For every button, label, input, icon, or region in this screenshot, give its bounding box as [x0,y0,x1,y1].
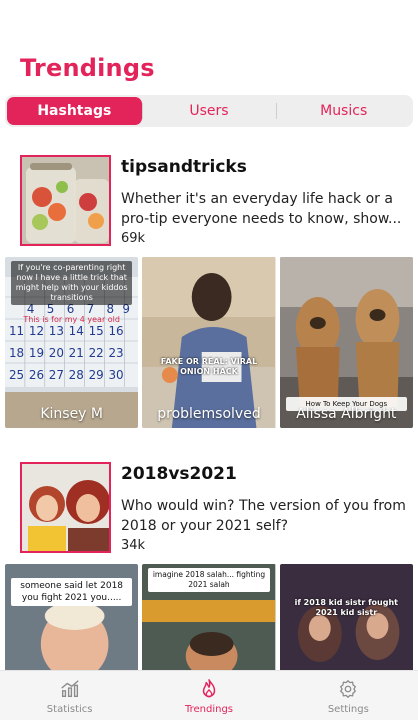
video-card[interactable]: How To Keep Your Dogs Alissa Albright [279,257,413,428]
gear-icon [340,680,357,698]
video-thumbnail [142,257,276,428]
video-caption: This is for my 4 year old [23,315,120,324]
hashtag-title[interactable]: 2018vs2021 [121,464,237,484]
svg-text:12: 12 [29,324,44,338]
tab-musics[interactable]: Musics [276,97,411,125]
video-overlay-text: imagine 2018 salah... fighting 2021 sala… [148,568,270,592]
tab-settings[interactable]: Settings [279,671,418,720]
hashtag-thumbnail[interactable] [20,155,111,246]
svg-text:18: 18 [9,346,24,360]
video-overlay-text: If you're co-parenting right now I have … [11,261,133,305]
svg-text:29: 29 [89,368,104,382]
thumbnail-image [22,157,109,244]
segmented-control: Hashtags Users Musics [5,95,413,127]
svg-text:28: 28 [69,368,84,382]
video-thumbnail [279,564,413,674]
tab-statistics[interactable]: Statistics [0,671,139,720]
video-overlay-text: FAKE OR REAL: VIRAL ONION HACK [160,357,258,376]
svg-text:21: 21 [69,346,84,360]
svg-text:30: 30 [108,368,123,382]
tab-label: Statistics [46,704,93,715]
svg-text:15: 15 [89,324,104,338]
flame-icon [202,679,216,698]
svg-text:16: 16 [108,324,123,338]
video-card[interactable]: FAKE OR REAL: VIRAL ONION HACK problemso… [142,257,276,428]
hashtag-description: Who would win? The version of you from 2… [121,498,406,534]
video-overlay-text: someone said let 2018 you fight 2021 you… [11,578,133,606]
video-row: 456789 11 12 13 14 15 16 18 19 20 21 22 23 25 26 27 2… [5,257,413,428]
hashtag-thumbnail[interactable] [20,462,111,553]
video-card[interactable]: if 2018 kid sistr fought 2021 kid sistr [279,564,413,674]
hashtag-title[interactable]: tipsandtricks [121,157,247,177]
svg-text:22: 22 [89,346,104,360]
svg-text:13: 13 [49,324,64,338]
svg-text:19: 19 [29,346,44,360]
tab-label: Settings [327,704,369,715]
svg-text:27: 27 [49,368,64,382]
svg-text:25: 25 [9,368,24,382]
tab-users[interactable]: Users [141,97,277,125]
thumbnail-image [22,464,109,551]
video-card[interactable]: 456789 11 12 13 14 15 16 18 19 20 21 22 23 25 26 27 2… [5,257,139,428]
chart-icon [60,680,79,698]
video-overlay-text: if 2018 kid sistr fought 2021 kid sistr [294,598,398,617]
tab-label: Trendings [184,704,234,715]
tab-hashtags[interactable]: Hashtags [7,97,142,125]
svg-text:14: 14 [69,324,84,338]
video-author[interactable]: Kinsey M [5,406,138,422]
hashtag-count: 34k [121,538,146,553]
video-card[interactable]: someone said let 2018 you fight 2021 you… [5,564,139,674]
hashtag-description: Whether it's an everyday life hack or a … [121,191,402,227]
tab-trendings[interactable]: Trendings [139,671,278,720]
svg-text:26: 26 [29,368,44,382]
hashtag-count: 69k [121,231,146,246]
video-author[interactable]: Alissa Albright [280,406,413,422]
video-row: someone said let 2018 you fight 2021 you… [5,564,413,674]
video-card[interactable]: imagine 2018 salah... fighting 2021 sala… [142,564,276,674]
svg-text:23: 23 [108,346,123,360]
svg-text:20: 20 [49,346,64,360]
page-title: Trendings [20,54,155,82]
svg-text:11: 11 [9,324,24,338]
bottom-tab-bar: Statistics Trendings Settings [0,670,418,720]
video-author[interactable]: problemsolved [142,406,275,422]
